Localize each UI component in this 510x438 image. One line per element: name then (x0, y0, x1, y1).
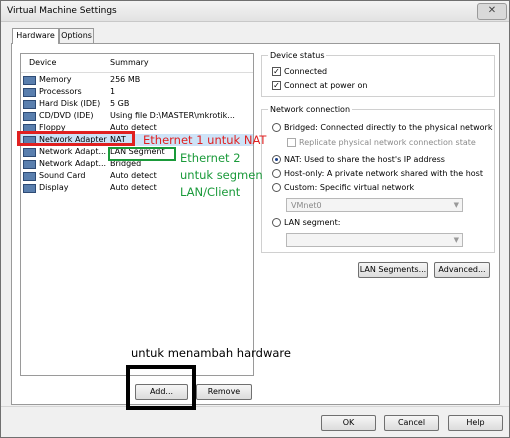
bridged-label: Bridged: Connected directly to the physi… (284, 123, 493, 132)
connect-at-power-on-label: Connect at power on (284, 81, 368, 90)
column-summary[interactable]: Summary (110, 58, 149, 67)
device-summary: 256 MB (110, 75, 141, 84)
memory-icon (23, 76, 36, 85)
device-name: Hard Disk (IDE) (39, 99, 101, 108)
lan-segments-button[interactable]: LAN Segments... (358, 262, 428, 278)
annotation-ethernet-2-line1: Ethernet 2 (180, 151, 241, 165)
lan-segment-label: LAN segment: (284, 218, 341, 227)
device-name: Memory (39, 75, 72, 84)
chevron-down-icon: ▼ (453, 201, 459, 209)
lan-segment-radio[interactable] (272, 218, 281, 227)
replicate-checkbox[interactable] (287, 138, 296, 147)
ok-button[interactable]: OK (321, 415, 376, 431)
window-title: Virtual Machine Settings (7, 6, 117, 16)
network-connection-legend: Network connection (270, 105, 351, 114)
bridged-radio[interactable] (272, 123, 281, 132)
connect-at-power-on-checkbox[interactable]: ✓ (272, 81, 281, 90)
annotation-ethernet-2-line3: LAN/Client (180, 185, 241, 199)
custom-label: Custom: Specific virtual network (284, 183, 415, 192)
host-only-radio[interactable] (272, 169, 281, 178)
device-name: Sound Card (39, 171, 86, 180)
column-device[interactable]: Device (29, 58, 56, 67)
help-button[interactable]: Help (448, 415, 503, 431)
device-row-memory[interactable]: Memory 256 MB (21, 74, 253, 86)
network-adapter-icon (23, 160, 36, 169)
device-name: Network Adapt... (39, 159, 107, 168)
device-list[interactable]: Device Summary Memory 256 MB Processors … (20, 53, 254, 376)
connected-checkbox[interactable]: ✓ (272, 67, 281, 76)
sound-card-icon (23, 172, 36, 181)
device-name: Processors (39, 87, 82, 96)
device-row-cd-dvd[interactable]: CD/DVD (IDE) Using file D:\MASTER\mkroti… (21, 110, 253, 122)
lan-segment-highlight-box (108, 147, 176, 161)
hard-disk-icon (23, 100, 36, 109)
tab-options[interactable]: Options (59, 28, 94, 43)
processor-icon (23, 88, 36, 97)
custom-network-value: VMnet0 (291, 201, 322, 210)
annotation-ethernet-1: Ethernet 1 untuk NAT (143, 133, 267, 147)
nat-label: NAT: Used to share the host's IP address (284, 155, 445, 164)
tab-hardware[interactable]: Hardware (12, 28, 59, 44)
display-icon (23, 184, 36, 193)
device-summary: 1 (110, 87, 116, 96)
device-row-processors[interactable]: Processors 1 (21, 86, 253, 98)
device-status-legend: Device status (270, 51, 325, 60)
network-adapter-icon (23, 148, 36, 157)
device-row-hard-disk[interactable]: Hard Disk (IDE) 5 GB (21, 98, 253, 110)
device-list-header: Device Summary (21, 54, 253, 73)
remove-hardware-button[interactable]: Remove (196, 384, 252, 400)
connected-label: Connected (284, 67, 328, 76)
add-button-highlight-box (126, 365, 196, 410)
device-summary: Using file D:\MASTER\mkrotik... (110, 111, 235, 120)
device-name: CD/DVD (IDE) (39, 111, 94, 120)
title-bar: Virtual Machine Settings ✕ (1, 1, 509, 22)
nat-highlight-box (17, 131, 135, 146)
annotation-ethernet-2-line2: untuk segmen (180, 168, 263, 182)
custom-radio[interactable] (272, 183, 281, 192)
footer-divider (1, 406, 509, 407)
annotation-add-hardware: untuk menambah hardware (131, 346, 291, 360)
vm-settings-window: Virtual Machine Settings ✕ Hardware Opti… (0, 0, 510, 438)
nat-radio[interactable] (272, 155, 281, 164)
lan-segment-select[interactable]: ▼ (286, 233, 463, 247)
advanced-button[interactable]: Advanced... (434, 262, 490, 278)
device-name: Display (39, 183, 69, 192)
replicate-label: Replicate physical network connection st… (299, 138, 476, 147)
device-name: Network Adapt... (39, 147, 107, 156)
cancel-button[interactable]: Cancel (384, 415, 439, 431)
host-only-label: Host-only: A private network shared with… (284, 169, 483, 178)
chevron-down-icon: ▼ (453, 236, 459, 244)
device-summary: 5 GB (110, 99, 130, 108)
cd-dvd-icon (23, 112, 36, 121)
close-button[interactable]: ✕ (477, 3, 507, 20)
custom-network-select[interactable]: VMnet0 ▼ (286, 198, 463, 212)
